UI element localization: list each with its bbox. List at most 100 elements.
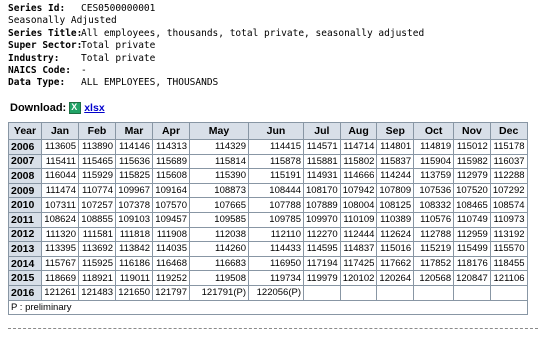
- table-cell: 112788: [413, 226, 455, 243]
- table-cell: 117662: [376, 255, 415, 272]
- table-cell: 118921: [78, 270, 116, 286]
- table-cell: 112288: [489, 168, 528, 184]
- table-cell: 117194: [303, 255, 341, 272]
- column-header: Jan: [41, 122, 79, 140]
- table-cell: 116037: [489, 153, 528, 170]
- table-cell: 108873: [189, 182, 249, 199]
- table-header-row: Year Jan Feb Mar Apr May Jun Jul Aug Sep Oct Nov Dec: [8, 122, 528, 140]
- row-year: 2015: [8, 270, 42, 286]
- table-cell: 112110: [248, 226, 304, 243]
- table-cell: 114666: [339, 168, 378, 184]
- table-cell: 110109: [339, 211, 378, 228]
- table-cell: 111474: [41, 182, 79, 199]
- table-cell: [413, 284, 455, 301]
- table-cell: 115837: [376, 153, 415, 170]
- column-header: Sep: [376, 122, 415, 140]
- table-cell: 113395: [41, 241, 79, 257]
- table-cell: 112444: [339, 226, 378, 243]
- table-cell: [489, 284, 528, 301]
- table-cell: 117425: [339, 255, 378, 272]
- table-cell: 115814: [189, 153, 249, 170]
- table-cell: 107536: [413, 182, 455, 199]
- xlsx-download-link[interactable]: xlsx: [84, 102, 104, 114]
- table-cell: 119011: [115, 270, 153, 286]
- table-row: 2010 107311 107257 107378 107570 107665 107788…: [8, 197, 528, 213]
- table-cell: 110389: [376, 211, 415, 228]
- table-cell: 111320: [41, 226, 79, 243]
- table-cell: 115767: [41, 255, 79, 272]
- column-header: Feb: [78, 122, 116, 140]
- table-cell: 115608: [152, 168, 190, 184]
- table-cell: 115636: [115, 153, 153, 170]
- table-cell: 120102: [339, 270, 378, 286]
- table-cell: 111818: [115, 226, 153, 243]
- table-cell: 112979: [453, 168, 491, 184]
- table-cell: [339, 284, 378, 301]
- series-info-value: -: [81, 64, 87, 76]
- table-cell: 113192: [489, 226, 528, 243]
- row-year: 2016: [8, 284, 42, 301]
- table-cell: 108444: [248, 182, 304, 199]
- table-cell: 115465: [78, 153, 116, 170]
- table-cell: 113692: [78, 241, 116, 257]
- table-cell: 110774: [78, 182, 116, 199]
- column-header: Nov: [453, 122, 491, 140]
- table-cell: 115178: [489, 139, 528, 155]
- row-year: 2013: [8, 241, 42, 257]
- table-cell: 115570: [489, 241, 528, 257]
- row-year: 2009: [8, 182, 42, 199]
- table-row: 2008 116044 115929 115825 115608 115390 115191…: [8, 168, 528, 184]
- column-header: Jul: [303, 122, 341, 140]
- table-cell: 120264: [376, 270, 415, 286]
- table-row: 2007 115411 115465 115636 115689 115814 115878…: [8, 153, 528, 170]
- table-cell: 118455: [489, 255, 528, 272]
- table-cell: 115191: [248, 168, 304, 184]
- excel-icon[interactable]: [69, 102, 82, 114]
- table-cell: 108125: [376, 197, 415, 213]
- table-cell: 122056(P): [248, 284, 304, 301]
- data-table: Year Jan Feb Mar Apr May Jun Jul Aug Sep Oct Nov Dec…: [8, 122, 528, 316]
- table-cell: 115689: [152, 153, 190, 170]
- table-row: 2013 113395 113692 113842 114035 114260 114433…: [8, 241, 528, 257]
- table-cell: 107809: [376, 182, 415, 199]
- table-cell: 113605: [41, 139, 79, 155]
- table-cell: 107311: [41, 197, 79, 213]
- table-cell: 121650: [115, 284, 153, 301]
- table-cell: 114714: [339, 139, 378, 155]
- row-year: 2007: [8, 153, 42, 170]
- table-cell: 119734: [248, 270, 304, 286]
- column-header: Mar: [115, 122, 153, 140]
- row-year: 2012: [8, 226, 42, 243]
- table-cell: 110749: [453, 211, 491, 228]
- table-cell: 107788: [248, 197, 304, 213]
- table-cell: 108465: [453, 197, 491, 213]
- table-cell: 112959: [453, 226, 491, 243]
- table-cell: 107292: [489, 182, 528, 199]
- column-header: May: [189, 122, 249, 140]
- table-cell: 109785: [248, 211, 304, 228]
- table-cell: 110973: [489, 211, 528, 228]
- table-cell: 112270: [303, 226, 341, 243]
- table-cell: 107942: [339, 182, 378, 199]
- table-cell: 112038: [189, 226, 249, 243]
- series-info-row: Series Id: CES0500000001: [8, 3, 424, 15]
- table-cell: 115802: [339, 153, 378, 170]
- table-cell: 107378: [115, 197, 153, 213]
- table-cell: [303, 284, 341, 301]
- table-cell: 107570: [152, 197, 190, 213]
- table-cell: 109457: [152, 211, 190, 228]
- table-cell: 109967: [115, 182, 153, 199]
- table-cell: 115411: [41, 153, 79, 170]
- table-row: 2009 111474 110774 109967 109164 108873 108444…: [8, 182, 528, 199]
- series-info-label: Seasonally Adjusted: [8, 15, 117, 27]
- table-cell: 111908: [152, 226, 190, 243]
- series-info-label: Series Id:: [8, 3, 66, 14]
- series-info-row: Data Type: ALL EMPLOYEES, THOUSANDS: [8, 77, 424, 89]
- table-cell: [376, 284, 415, 301]
- row-year: 2014: [8, 255, 42, 272]
- series-info-label: Series Title:: [8, 27, 83, 39]
- table-cell: 119979: [303, 270, 341, 286]
- series-info: Series Id: CES0500000001 Seasonally Adjust…: [8, 3, 424, 90]
- table-cell: 120847: [453, 270, 491, 286]
- footnote-row: P : preliminary: [8, 299, 528, 316]
